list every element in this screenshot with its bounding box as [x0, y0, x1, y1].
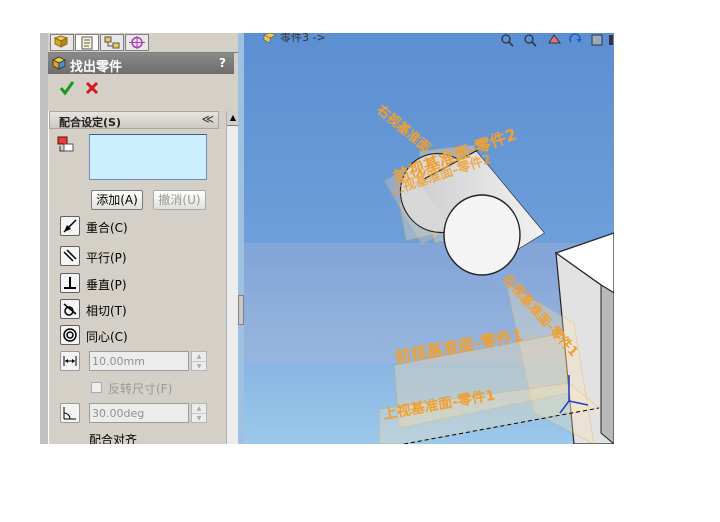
mate-settings-header[interactable]: 配合设定(S) ≪: [49, 111, 219, 129]
flip-dimension-checkbox[interactable]: [91, 382, 102, 393]
property-manager-title-bar: 找出零件 ?: [48, 53, 234, 75]
perpendicular-icon: [64, 277, 76, 289]
distance-input[interactable]: 10.00mm: [89, 351, 189, 371]
property-manager-panel: 找出零件 ? 配合设定(S) ≪ ▲ 添加(A) 撤消(U) 重合(C) 平行(…: [48, 33, 239, 444]
concentric-icon: [63, 328, 77, 342]
property-manager-icon: [81, 36, 93, 50]
find-part-icon: [51, 56, 68, 75]
cylinder-front-face: [443, 194, 521, 276]
help-button[interactable]: ?: [219, 56, 226, 70]
property-manager-tab[interactable]: [75, 34, 99, 51]
distance-icon: [63, 356, 77, 366]
angle-spinner[interactable]: ▲ ▼: [191, 403, 207, 423]
mate-selections-box[interactable]: [89, 134, 207, 180]
toolbar-edge: [609, 35, 613, 45]
add-button[interactable]: 添加(A): [91, 190, 143, 210]
mate-settings-title: 配合设定(S): [59, 116, 121, 129]
breadcrumb-text: 零件3 ->: [280, 33, 326, 44]
angle-input[interactable]: 30.00deg: [89, 403, 189, 423]
mate-alignment-label: 配合对齐: [89, 433, 138, 444]
mate-tangent-label: 相切(T): [86, 304, 127, 318]
graphics-viewport[interactable]: 零件3 -> 右视基准面 前视基准面-零件2 上视基准面-零件2 右视基准面-零…: [244, 33, 614, 444]
distance-spinner[interactable]: ▲ ▼: [191, 351, 207, 371]
angle-icon: [63, 407, 76, 420]
mate-perpendicular-label: 垂直(P): [86, 278, 127, 292]
coincident-icon: [63, 219, 77, 233]
scene-canvas[interactable]: 零件3 -> 右视基准面 前视基准面-零件2 上视基准面-零件2 右视基准面-零…: [244, 33, 614, 444]
property-manager-title: 找出零件: [70, 60, 123, 75]
solidworks-window: 找出零件 ? 配合设定(S) ≪ ▲ 添加(A) 撤消(U) 重合(C) 平行(…: [40, 33, 614, 444]
configuration-manager-icon: [104, 36, 120, 49]
tangent-icon: [63, 303, 77, 316]
dimxpert-tab[interactable]: [125, 34, 149, 51]
mate-concentric-label: 同心(C): [86, 330, 128, 344]
mate-selections-icon: [56, 135, 78, 158]
parallel-icon: [63, 249, 77, 262]
close-icon: [85, 81, 99, 95]
configuration-manager-tab[interactable]: [100, 34, 124, 51]
manager-tabs: [48, 33, 238, 53]
display-style-icon[interactable]: [591, 34, 603, 46]
flip-dimension-label: 反转尺寸(F): [108, 382, 173, 396]
cancel-button[interactable]: [84, 80, 100, 99]
dimxpert-icon: [129, 36, 145, 49]
mate-parallel-label: 平行(P): [86, 251, 127, 265]
left-edge-strip: [40, 33, 48, 444]
feature-manager-icon: [53, 35, 69, 48]
mate-coincident-label: 重合(C): [86, 221, 128, 235]
feature-manager-tab[interactable]: [50, 34, 74, 51]
undo-button[interactable]: 撤消(U): [153, 190, 206, 210]
collapse-icon[interactable]: ≪: [201, 112, 214, 126]
checkmark-icon: [59, 81, 75, 96]
ok-button[interactable]: [59, 80, 75, 99]
